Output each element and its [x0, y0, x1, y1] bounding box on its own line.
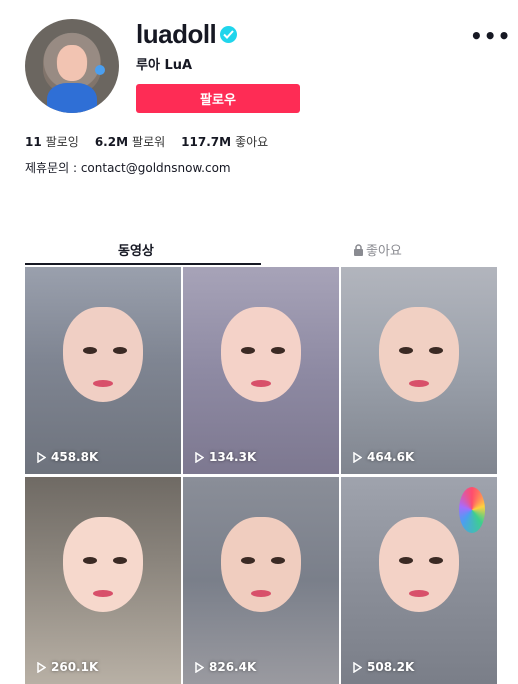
lips: [409, 380, 429, 387]
eye: [399, 557, 413, 564]
play-icon: [37, 451, 46, 463]
eye: [83, 347, 97, 354]
nickname: 루아 LuA: [136, 58, 193, 73]
play-icon: [37, 661, 46, 673]
view-count: 508.2K: [353, 660, 414, 674]
avatar[interactable]: [25, 19, 119, 113]
follow-button[interactable]: 팔로우: [136, 84, 300, 113]
eye: [241, 557, 255, 564]
followers-stat[interactable]: 6.2M 팔로워: [95, 133, 165, 150]
face-shape: [63, 517, 143, 612]
eye: [399, 347, 413, 354]
stats-row: 11 팔로잉 6.2M 팔로워 117.7M 좋아요: [25, 133, 268, 150]
view-count: 464.6K: [353, 450, 414, 464]
video-thumbnail[interactable]: 134.3K: [183, 267, 339, 474]
play-icon: [195, 661, 204, 673]
face-shape: [221, 307, 301, 402]
more-options-icon[interactable]: •••: [470, 24, 511, 48]
play-icon: [195, 451, 204, 463]
likes-stat: 117.7M 좋아요: [181, 135, 269, 149]
profile-tabs: 동영상 좋아요: [25, 235, 498, 265]
eye: [271, 557, 285, 564]
eye: [429, 347, 443, 354]
play-icon: [353, 451, 362, 463]
lips: [93, 380, 113, 387]
tab-liked[interactable]: 좋아요: [353, 240, 402, 260]
username: luadoll: [136, 19, 217, 49]
lollipop: [459, 487, 485, 533]
video-thumbnail[interactable]: 464.6K: [341, 267, 497, 474]
eye: [113, 347, 127, 354]
face-shape: [221, 517, 301, 612]
lips: [93, 590, 113, 597]
lips: [409, 590, 429, 597]
view-count: 826.4K: [195, 660, 256, 674]
face-shape: [379, 307, 459, 402]
avatar-face: [57, 45, 87, 81]
video-thumbnail[interactable]: 260.1K: [25, 477, 181, 684]
lock-icon: [353, 244, 364, 260]
play-icon: [353, 661, 362, 673]
tab-videos[interactable]: 동영상: [118, 240, 154, 259]
bio: 제휴문의 : contact@goldnsnow.com: [25, 161, 231, 175]
eye: [241, 347, 255, 354]
verified-badge-icon: [220, 26, 237, 43]
lips: [251, 590, 271, 597]
lips: [251, 380, 271, 387]
face-shape: [63, 307, 143, 402]
view-count: 260.1K: [37, 660, 98, 674]
video-thumbnail[interactable]: 826.4K: [183, 477, 339, 684]
following-stat[interactable]: 11 팔로잉: [25, 133, 79, 150]
eye: [83, 557, 97, 564]
active-tab-indicator: [25, 263, 261, 265]
video-thumbnail[interactable]: 458.8K: [25, 267, 181, 474]
avatar-shirt: [47, 83, 97, 113]
view-count: 458.8K: [37, 450, 98, 464]
view-count: 134.3K: [195, 450, 256, 464]
eye: [429, 557, 443, 564]
tab-liked-label: 좋아요: [366, 244, 402, 259]
avatar-candy: [95, 65, 105, 75]
video-thumbnail[interactable]: 508.2K: [341, 477, 497, 684]
eye: [113, 557, 127, 564]
eye: [271, 347, 285, 354]
face-shape: [379, 517, 459, 612]
